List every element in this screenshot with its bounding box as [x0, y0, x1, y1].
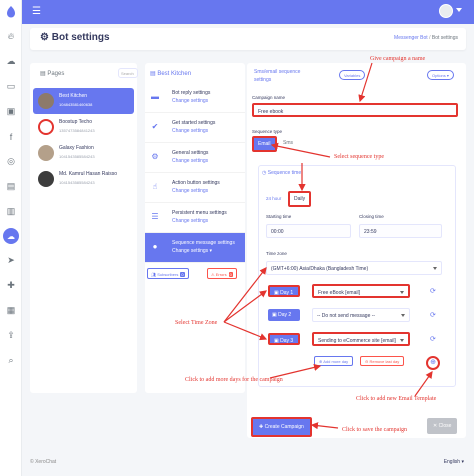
- arrow-sequence-type: [270, 142, 331, 158]
- language-value: English: [443, 459, 461, 465]
- arrow-save: [310, 422, 339, 430]
- annotation-select-type: Select sequence type: [334, 154, 384, 160]
- arrow-day-3: [223, 321, 268, 341]
- arrow-add-template: [414, 371, 433, 397]
- annotation-add-days: Click to add more days for the campaign: [185, 377, 283, 383]
- footer-copyright: © XeroChat: [30, 459, 57, 465]
- annotation-add-template: Click to add new Email Template: [356, 396, 437, 402]
- annotation-arrows: [223, 62, 433, 430]
- language-select[interactable]: English ▾: [444, 459, 464, 465]
- annotation-select-timezone: Select Time Zone: [175, 320, 218, 326]
- annotation-save: Click to save the campaign: [342, 427, 407, 433]
- annotation-give-name: Give campaign a name: [370, 56, 426, 62]
- arrow-campaign-name: [358, 62, 373, 103]
